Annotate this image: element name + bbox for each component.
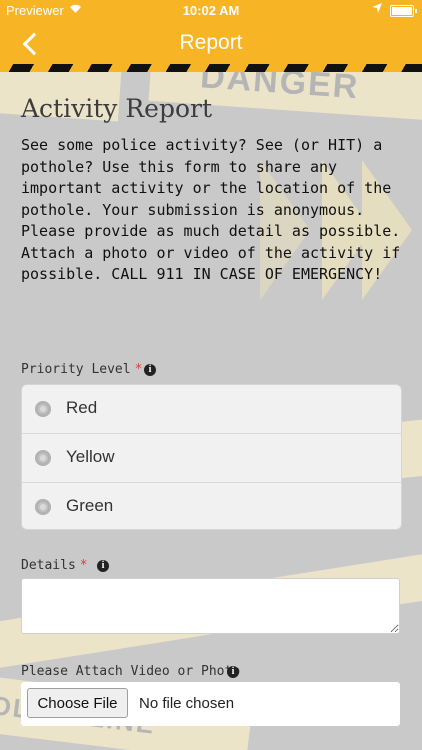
info-icon[interactable]: i [227, 666, 239, 678]
attachment-label: Please Attach Video or Photo [21, 664, 241, 679]
nav-title: Report [179, 31, 243, 54]
details-label: Details * [21, 558, 88, 573]
info-icon[interactable]: i [97, 560, 109, 572]
radio-button-icon[interactable] [35, 450, 51, 466]
priority-option-label: Red [66, 398, 98, 417]
details-label-text: Details [21, 558, 76, 573]
radio-button-icon[interactable] [35, 499, 51, 515]
priority-option-red[interactable]: Red [22, 385, 401, 434]
priority-option-green[interactable]: Green [22, 483, 401, 529]
radio-button-icon[interactable] [35, 401, 51, 417]
file-input: Choose File No file chosen [21, 682, 400, 726]
page-title: Activity Report [21, 94, 213, 123]
priority-option-label: Green [66, 496, 114, 515]
intro-text: See some police activity? See (or HIT) a… [21, 136, 401, 283]
required-asterisk: * [134, 362, 143, 377]
priority-radio-group: Red Yellow Green [21, 384, 402, 530]
priority-option-yellow[interactable]: Yellow [22, 434, 401, 483]
priority-label: Priority Level * [21, 362, 142, 377]
priority-option-label: Yellow [66, 447, 115, 466]
priority-label-text: Priority Level [21, 362, 131, 377]
required-asterisk: * [79, 558, 88, 573]
hazard-stripe [0, 64, 422, 72]
nav-bar: Report [0, 22, 422, 66]
status-time: 10:02 AM [182, 3, 240, 18]
choose-file-button[interactable]: Choose File [27, 688, 128, 718]
details-input[interactable] [21, 578, 400, 634]
status-bar: Previewer 10:02 AM [0, 0, 422, 22]
file-status-text: No file chosen [139, 695, 235, 712]
info-icon[interactable]: i [144, 364, 156, 376]
location-arrow-icon [372, 3, 382, 16]
battery-icon [390, 5, 417, 17]
